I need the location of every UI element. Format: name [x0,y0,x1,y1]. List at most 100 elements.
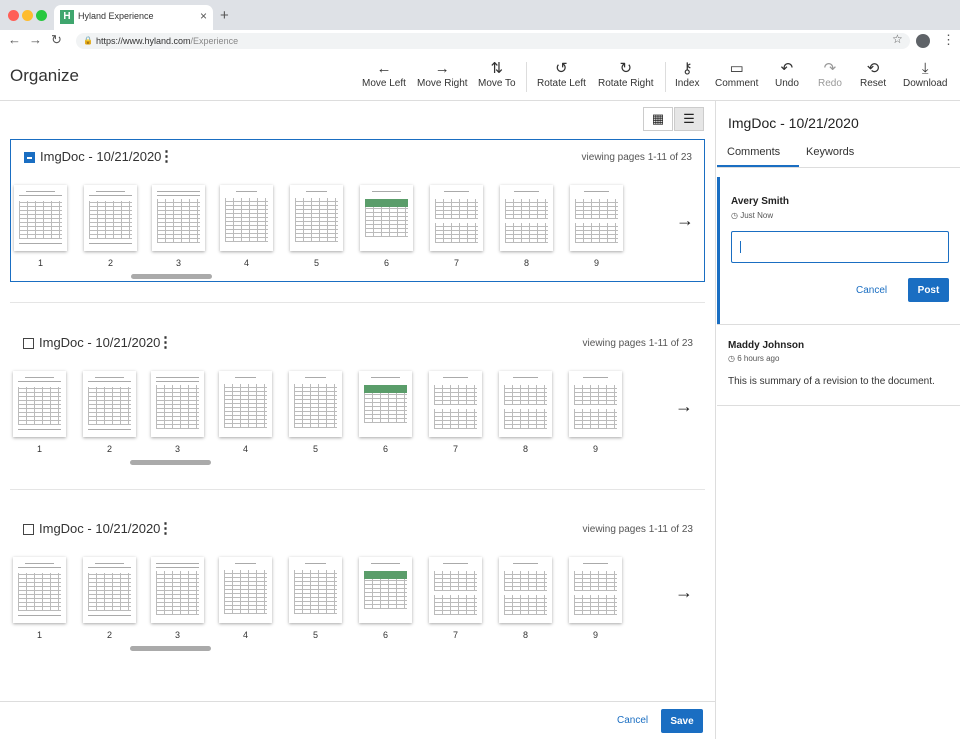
page-thumbnail[interactable] [13,557,66,623]
page-number: 2 [106,630,112,640]
reset-label: Reset [860,78,887,89]
hyland-favicon-icon: H [60,10,74,24]
more-options-icon[interactable]: ⋮ [158,333,173,351]
page-thumbnail[interactable] [499,557,552,623]
page-thumbnail[interactable] [360,185,413,251]
viewing-pages-label: viewing pages 1-11 of 23 [581,152,692,163]
rotate-left-label: Rotate Left [537,78,586,89]
new-tab-icon[interactable]: + [220,7,229,24]
reload-icon[interactable]: ↻ [51,32,62,48]
move-left-label: Move Left [362,78,406,89]
page-thumbnail[interactable] [499,371,552,437]
maximize-window-dot[interactable] [36,10,47,21]
page-number: 1 [37,258,43,268]
close-tab-icon[interactable]: × [200,9,207,23]
grid-view-button[interactable]: ▦ [643,107,673,131]
download-button[interactable]: ⤓ Download [903,60,947,89]
index-button[interactable]: ⚷ Index [675,60,699,89]
page-thumbnail[interactable] [290,185,343,251]
more-options-icon[interactable]: ⋮ [159,147,174,165]
reset-button[interactable]: ⟲ Reset [860,60,886,89]
page-thumbnail[interactable] [220,185,273,251]
rotate-right-button[interactable]: ↻ Rotate Right [598,60,654,89]
more-options-icon[interactable]: ⋮ [158,519,173,537]
page-thumbnail[interactable] [152,185,205,251]
page-number: 3 [175,258,181,268]
move-to-label: Move To [478,78,516,89]
save-button[interactable]: Save [661,709,703,733]
page-thumbnail[interactable] [500,185,553,251]
page-thumbnail[interactable] [289,371,342,437]
comment-text: This is summary of a revision to the doc… [728,376,935,387]
page-thumbnail[interactable] [429,371,482,437]
key-icon: ⚷ [681,60,693,77]
minimize-window-dot[interactable] [22,10,33,21]
move-left-button[interactable]: ← Move Left [362,60,406,89]
page-thumbnail[interactable] [359,371,412,437]
document-checkbox[interactable] [23,338,34,349]
page-thumbnail[interactable] [14,185,67,251]
horizontal-scrollbar[interactable] [130,460,211,465]
page-thumbnail[interactable] [151,371,204,437]
cancel-button[interactable]: Cancel [617,715,648,726]
page-thumbnail[interactable] [289,557,342,623]
comment-input[interactable] [731,231,949,263]
page-thumbnail[interactable] [569,371,622,437]
close-window-dot[interactable] [8,10,19,21]
move-to-button[interactable]: ⇅ Move To [478,60,516,89]
comment-time-text: 6 hours ago [737,354,780,363]
page-thumbnail[interactable] [570,185,623,251]
page-thumbnail[interactable] [219,371,272,437]
url-host: https://www.hyland.com [96,36,191,46]
rotate-left-button[interactable]: ↺ Rotate Left [537,60,586,89]
page-number: 2 [106,444,112,454]
redo-button[interactable]: ↷ Redo [818,60,842,89]
account-avatar-icon[interactable] [916,34,930,48]
next-pages-arrow-icon[interactable]: → [675,582,693,603]
page-thumbnail[interactable] [13,371,66,437]
undo-button[interactable]: ↶ Undo [775,60,799,89]
page-number: 7 [452,444,458,454]
document-group: ImgDoc - 10/21/2020 ⋮ viewing pages 1-11 o… [10,139,705,282]
viewing-pages-label: viewing pages 1-11 of 23 [582,524,693,535]
toolbar-divider [665,62,666,92]
url-path: /Experience [190,36,239,46]
document-checkbox[interactable] [23,524,34,535]
horizontal-scrollbar[interactable] [131,274,212,279]
move-right-button[interactable]: → Move Right [417,60,468,89]
bookmark-star-icon[interactable]: ☆ [892,32,903,46]
document-checkbox[interactable] [24,152,35,163]
tab-keywords[interactable]: Keywords [806,146,854,158]
next-pages-arrow-icon[interactable]: → [675,396,693,417]
back-icon[interactable]: ← [8,32,21,47]
page-thumbnail[interactable] [219,557,272,623]
download-icon: ⤓ [921,60,929,77]
browser-menu-icon[interactable]: ⋮ [942,32,955,48]
page-thumbnail[interactable] [430,185,483,251]
page-number: 3 [174,630,180,640]
page-thumbnail[interactable] [359,557,412,623]
forward-icon[interactable]: → [29,32,42,47]
list-view-button[interactable]: ☰ [674,107,704,131]
page-thumbnail[interactable] [83,371,136,437]
comment-cancel-button[interactable]: Cancel [856,285,887,296]
browser-tab[interactable]: H Hyland Experience × [54,5,213,30]
page-thumbnail[interactable] [83,557,136,623]
next-pages-arrow-icon[interactable]: → [676,210,694,231]
page-thumbnail[interactable] [429,557,482,623]
tab-comments[interactable]: Comments [727,146,780,158]
horizontal-scrollbar[interactable] [130,646,211,651]
url-field[interactable]: 🔒 https://www.hyland.com/Experience [76,33,910,49]
browser-chrome: H Hyland Experience × + ← → ↻ 🔒 https://… [0,0,960,52]
comment-label: Comment [715,78,759,89]
page-thumbnail[interactable] [569,557,622,623]
document-title: ImgDoc - 10/21/2020 [39,521,161,536]
page-number: 6 [383,258,389,268]
comment-button[interactable]: ▭ Comment [715,60,758,89]
comment-author: Maddy Johnson [728,340,805,351]
post-button[interactable]: Post [908,278,949,302]
clock-icon: ◷ [728,354,738,363]
page-thumbnail[interactable] [151,557,204,623]
page-thumbnail[interactable] [84,185,137,251]
rotate-left-icon: ↺ [555,60,568,77]
